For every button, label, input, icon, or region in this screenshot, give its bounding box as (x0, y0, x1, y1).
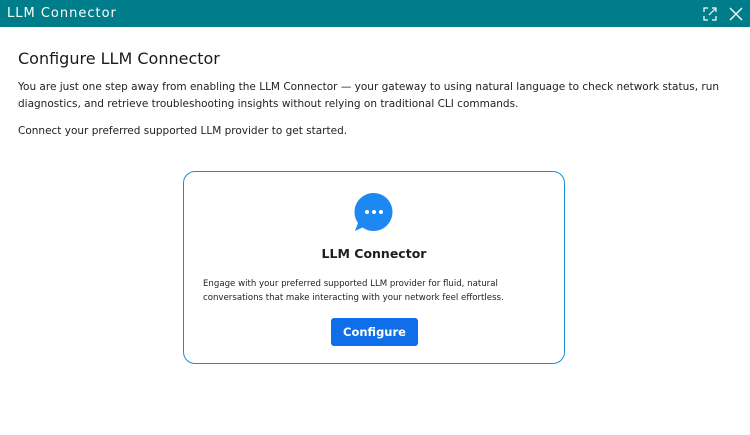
chat-bubble-icon (354, 192, 394, 232)
card-description: Engage with your preferred supported LLM… (203, 279, 504, 303)
page-title: Configure LLM Connector (18, 49, 220, 68)
connect-text: Connect your preferred supported LLM pro… (18, 125, 348, 137)
llm-connector-card: LLM Connector Engage with your preferred… (183, 171, 565, 364)
configure-button[interactable]: Configure (331, 318, 418, 346)
card-title: LLM Connector (321, 246, 427, 261)
close-icon[interactable] (728, 6, 744, 22)
expand-icon[interactable] (702, 6, 718, 22)
window-title: LLM Connector (7, 6, 117, 21)
window-titlebar: LLM Connector (0, 0, 750, 27)
intro-text: You are just one step away from enabling… (18, 81, 720, 110)
